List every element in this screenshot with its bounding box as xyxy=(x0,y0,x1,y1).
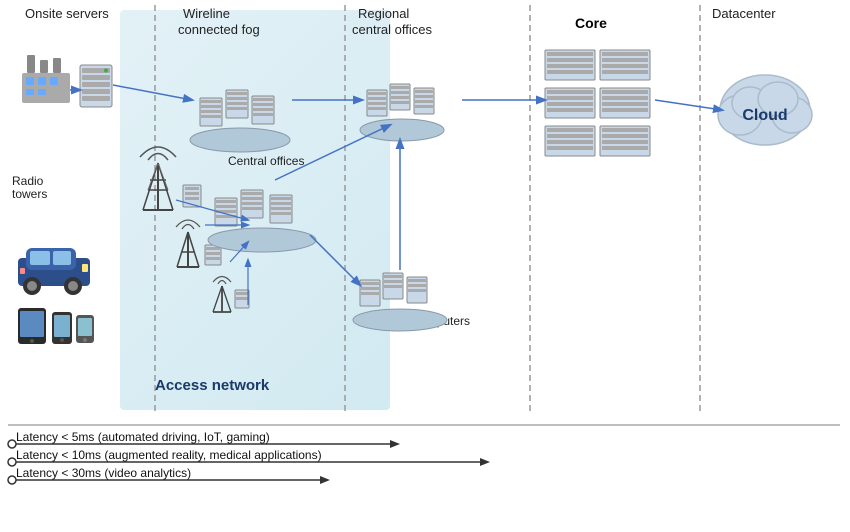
tower-node-3 xyxy=(235,290,249,308)
radio-tower-main xyxy=(140,147,176,210)
central-offices-cluster xyxy=(208,190,316,252)
phone-1 xyxy=(52,312,72,344)
svg-text:Cloud: Cloud xyxy=(742,107,787,124)
tablet-device xyxy=(18,308,46,344)
core-rack-4 xyxy=(600,88,650,118)
core-rack-2 xyxy=(600,50,650,80)
svg-text:Access network: Access network xyxy=(155,377,270,394)
svg-text:central offices: central offices xyxy=(352,22,432,37)
fog-computers-cluster xyxy=(353,273,447,331)
car-icon xyxy=(18,248,90,295)
radio-tower-2 xyxy=(176,220,200,267)
svg-text:Latency < 5ms (automated drivi: Latency < 5ms (automated driving, IoT, g… xyxy=(16,430,270,444)
wireline-fog-cluster xyxy=(190,90,290,152)
svg-text:Onsite servers: Onsite servers xyxy=(25,6,109,21)
svg-text:Latency < 30ms (video analytic: Latency < 30ms (video analytics) xyxy=(16,466,191,480)
svg-text:Datacenter: Datacenter xyxy=(712,6,776,21)
core-rack-6 xyxy=(600,126,650,156)
tower-node-1 xyxy=(183,185,201,207)
svg-text:Radio: Radio xyxy=(12,174,44,188)
factory-icon xyxy=(22,55,70,103)
svg-text:Core: Core xyxy=(575,15,607,31)
tower-node-2 xyxy=(205,245,221,265)
svg-text:connected fog: connected fog xyxy=(178,22,260,37)
onsite-server xyxy=(80,65,112,107)
svg-text:Latency < 10ms (augmented real: Latency < 10ms (augmented reality, medic… xyxy=(16,448,322,462)
network-diagram: Onsite servers Wireline connected fog Re… xyxy=(0,0,850,532)
core-rack-3 xyxy=(545,88,595,118)
svg-text:towers: towers xyxy=(12,187,47,201)
radio-tower-3 xyxy=(213,277,231,313)
svg-text:Wireline: Wireline xyxy=(183,6,230,21)
svg-text:Regional: Regional xyxy=(358,6,409,21)
phone-2 xyxy=(76,315,94,343)
regional-offices-cluster xyxy=(360,84,444,141)
cloud-icon: Cloud xyxy=(718,75,812,145)
core-rack-1 xyxy=(545,50,595,80)
svg-text:Central offices: Central offices xyxy=(228,154,304,168)
core-rack-5 xyxy=(545,126,595,156)
